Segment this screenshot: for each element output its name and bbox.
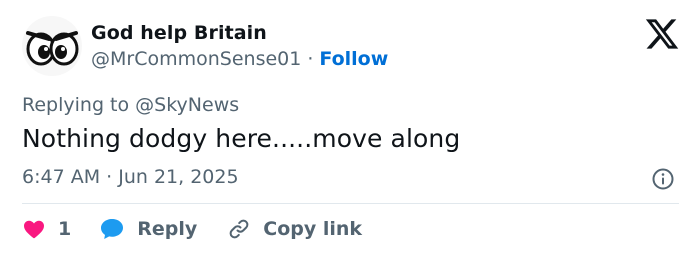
tweet-embed-card: God help Britain @MrCommonSense01 · Follow…: [0, 0, 700, 256]
tweet-text: Nothing dodgy here.....move along: [22, 124, 461, 153]
cartoon-eyes-icon: [26, 31, 79, 66]
heart-icon: [24, 220, 44, 239]
avatar[interactable]: [22, 16, 82, 76]
reply-label: Reply: [137, 218, 198, 240]
handle-row: @MrCommonSense01 · Follow: [91, 48, 388, 70]
tweet-timestamp[interactable]: 6:47 AM · Jun 21, 2025: [22, 166, 239, 188]
like-count: 1: [58, 218, 72, 240]
copy-link-label: Copy link: [263, 218, 363, 240]
link-icon: [229, 219, 249, 239]
display-name[interactable]: God help Britain: [91, 22, 267, 44]
reply-mention-link[interactable]: @SkyNews: [135, 94, 239, 116]
separator-dot: ·: [307, 48, 314, 70]
reply-button[interactable]: Reply: [99, 217, 197, 241]
divider: [22, 203, 679, 204]
info-icon[interactable]: [651, 167, 675, 191]
action-bar: 1 Reply Copy link: [22, 214, 362, 244]
follow-button[interactable]: Follow: [319, 48, 388, 70]
replying-prefix: Replying to: [22, 94, 130, 116]
x-logo-icon[interactable]: [644, 16, 680, 52]
user-handle[interactable]: @MrCommonSense01: [91, 48, 301, 70]
copy-link-button[interactable]: Copy link: [227, 217, 362, 241]
like-button[interactable]: 1: [22, 217, 71, 241]
replying-to: Replying to @SkyNews: [22, 94, 239, 116]
speech-bubble-icon: [101, 219, 124, 239]
